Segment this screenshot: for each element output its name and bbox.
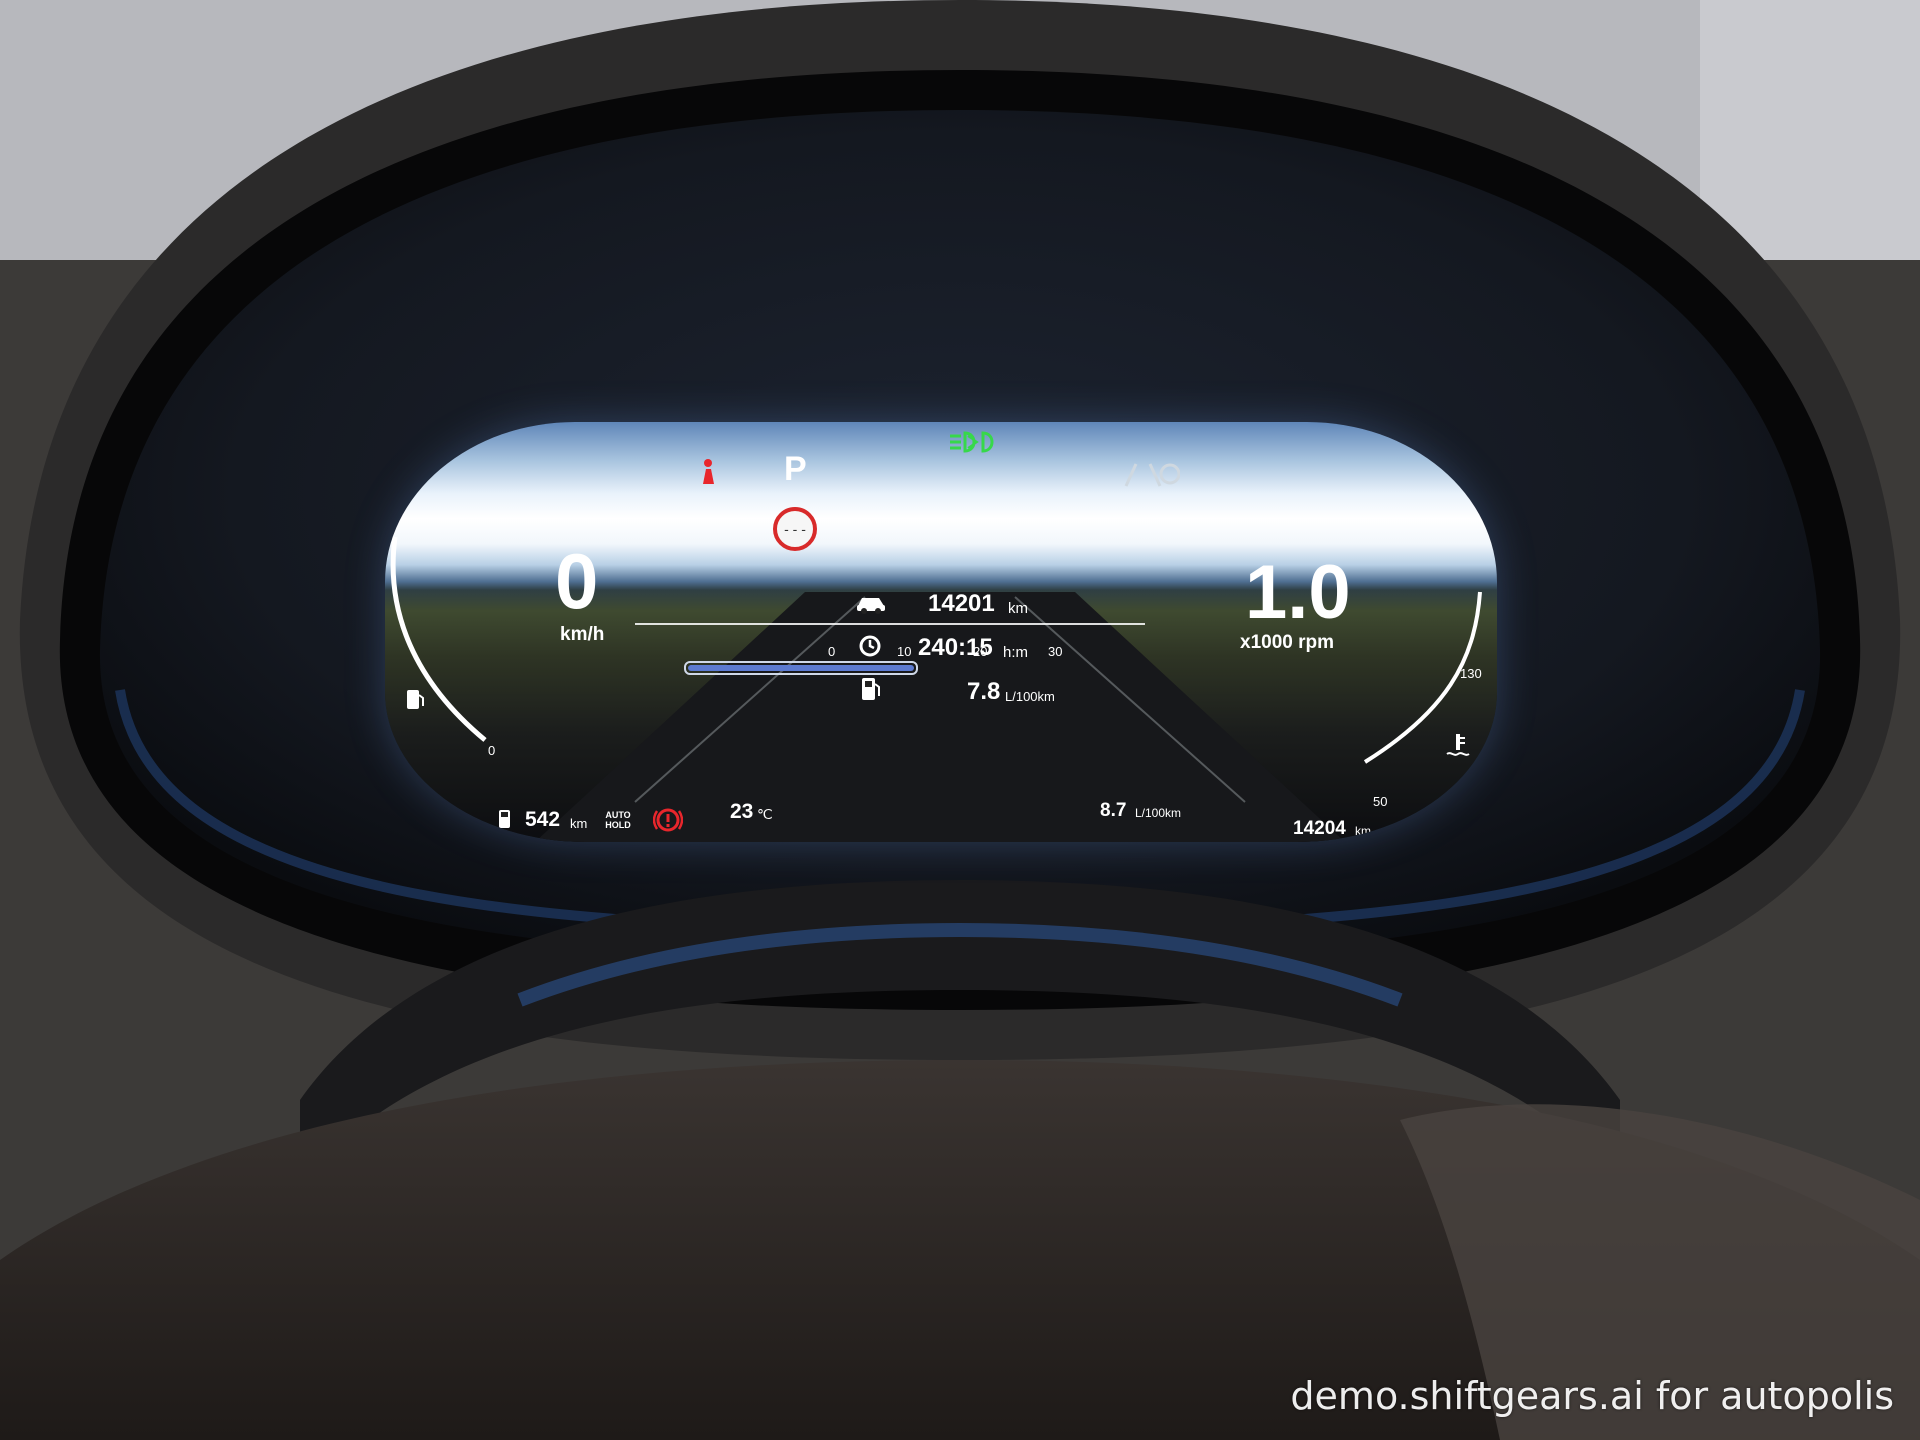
outside-temp-unit: ℃ [757,806,773,822]
gear-indicator: P [784,450,807,488]
car-icon [855,592,887,614]
consumption-scale-20: 20 [973,644,988,659]
consumption-bar-fill [688,665,914,671]
coolant-temperature-icon [1445,732,1471,760]
low-beam-headlight-icon [947,430,1005,454]
instrument-cluster-screen: P - - - 0 km/h 1.0 x1000 rpm 14201 km 24… [385,422,1497,842]
speed-value: 0 [555,537,599,625]
auto-hold-indicator: AUTO HOLD [605,810,631,830]
range-fuel-icon [497,808,515,830]
avg-consumption-value: 7.8 [967,678,1001,705]
instant-consumption-unit: L/100km [1135,806,1182,820]
trip-distance-value: 14201 [928,590,995,617]
temp-gauge-low-tick: 50 [1373,794,1388,809]
avg-consumption-unit: L/100km [1005,689,1055,704]
fuel-pump-icon [860,676,882,702]
outside-temp-value: 23 [730,800,754,823]
range-unit: km [570,816,588,831]
rpm-value: 1.0 [1245,550,1351,635]
rpm-unit: x1000 rpm [1240,632,1335,653]
svg-text:- - -: - - - [784,521,806,537]
total-odometer-unit: km [1355,824,1371,838]
road [535,592,1345,842]
speed-unit: km/h [560,624,605,645]
lane-assist-icon [1120,462,1180,488]
drive-time-unit: h:m [1003,644,1029,661]
temp-gauge-high-tick: 130 [1460,666,1482,681]
total-odometer-value: 14204 [1293,818,1346,839]
seatbelt-warning-icon [697,458,719,486]
clock-icon [858,634,882,658]
watermark: demo.shiftgears.ai for autopolis [1290,1374,1894,1418]
brake-warning-icon [653,806,683,834]
fuel-gauge-icon [405,687,427,711]
consumption-scale-0: 0 [828,644,836,659]
speed-limit-sign-icon: - - - [772,506,818,552]
instant-consumption-value: 8.7 [1100,800,1127,821]
consumption-scale-30: 30 [1048,644,1063,659]
trip-distance-unit: km [1008,600,1028,617]
fuel-gauge-low-tick: 0 [488,743,496,758]
consumption-scale-10: 10 [897,644,912,659]
range-value: 542 [525,808,561,831]
